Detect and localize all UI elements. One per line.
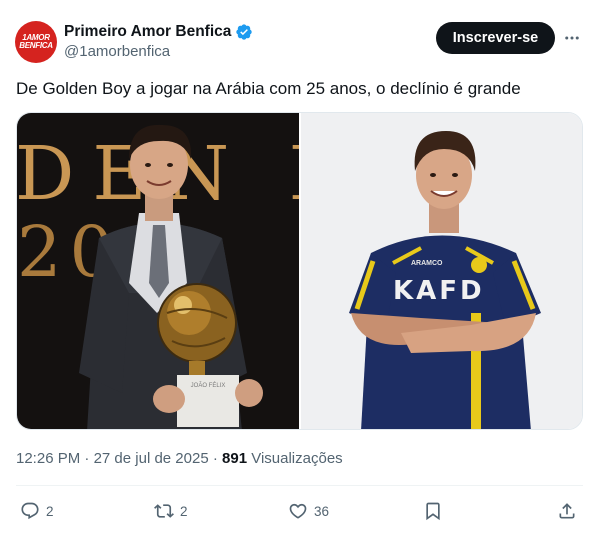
views-count: 891 (222, 450, 248, 467)
author-display-name[interactable]: Primeiro Amor Benfica (64, 23, 231, 41)
repost-icon (154, 504, 174, 518)
tweet-card: 1AMOR BENFICA Primeiro Amor Benfica @1am… (0, 0, 601, 534)
jersey-brand-text: ARAMCO (411, 260, 443, 267)
views-label: Visualizações (251, 450, 343, 467)
action-bar: 2 2 36 (0, 498, 601, 524)
author-name-row: Primeiro Amor Benfica (64, 22, 253, 42)
avatar[interactable]: 1AMOR BENFICA (15, 21, 57, 63)
like-count: 36 (314, 503, 330, 519)
divider (16, 485, 583, 486)
heart-icon (289, 503, 307, 519)
reply-icon (21, 502, 39, 520)
tweet-meta: 12:26 PM · 27 de jul de 2025 · 891 Visua… (16, 450, 343, 467)
jersey-sponsor-text: KAFD (393, 276, 485, 306)
bookmark-icon (426, 502, 440, 521)
avatar-logo-text: 1AMOR BENFICA (19, 33, 53, 50)
tweet-time[interactable]: 12:26 PM (16, 450, 80, 467)
more-dots-icon (565, 36, 579, 40)
tweet-media[interactable]: DEN BO 201 (16, 112, 583, 430)
repost-button[interactable]: 2 (154, 498, 188, 524)
player-crossed-arms-illustration (349, 131, 541, 429)
share-button[interactable] (557, 498, 577, 524)
author-handle[interactable]: @1amorbenfica (64, 43, 170, 60)
tweet-text: De Golden Boy a jogar na Arábia com 25 a… (16, 79, 521, 98)
like-button[interactable]: 36 (288, 498, 329, 524)
reply-count: 2 (46, 503, 54, 519)
photo-golden-boy[interactable]: DEN BO 201 (17, 113, 299, 429)
trophy-plate-text: JOÃO FÉLIX (190, 383, 226, 389)
more-options-button[interactable] (560, 26, 584, 50)
tweet-date[interactable]: 27 de jul de 2025 (94, 450, 209, 467)
share-icon (559, 503, 575, 519)
subscribe-button[interactable]: Inscrever-se (436, 22, 555, 54)
meta-separator: · (84, 450, 90, 467)
reply-button[interactable]: 2 (20, 498, 54, 524)
repost-count: 2 (180, 503, 188, 519)
meta-separator: · (212, 450, 218, 467)
bookmark-button[interactable] (423, 498, 443, 524)
photo-al-nassr-kit[interactable]: KAFD ARAMCO (299, 113, 582, 429)
player-with-trophy-illustration (79, 124, 263, 429)
verified-badge-icon (236, 24, 253, 40)
